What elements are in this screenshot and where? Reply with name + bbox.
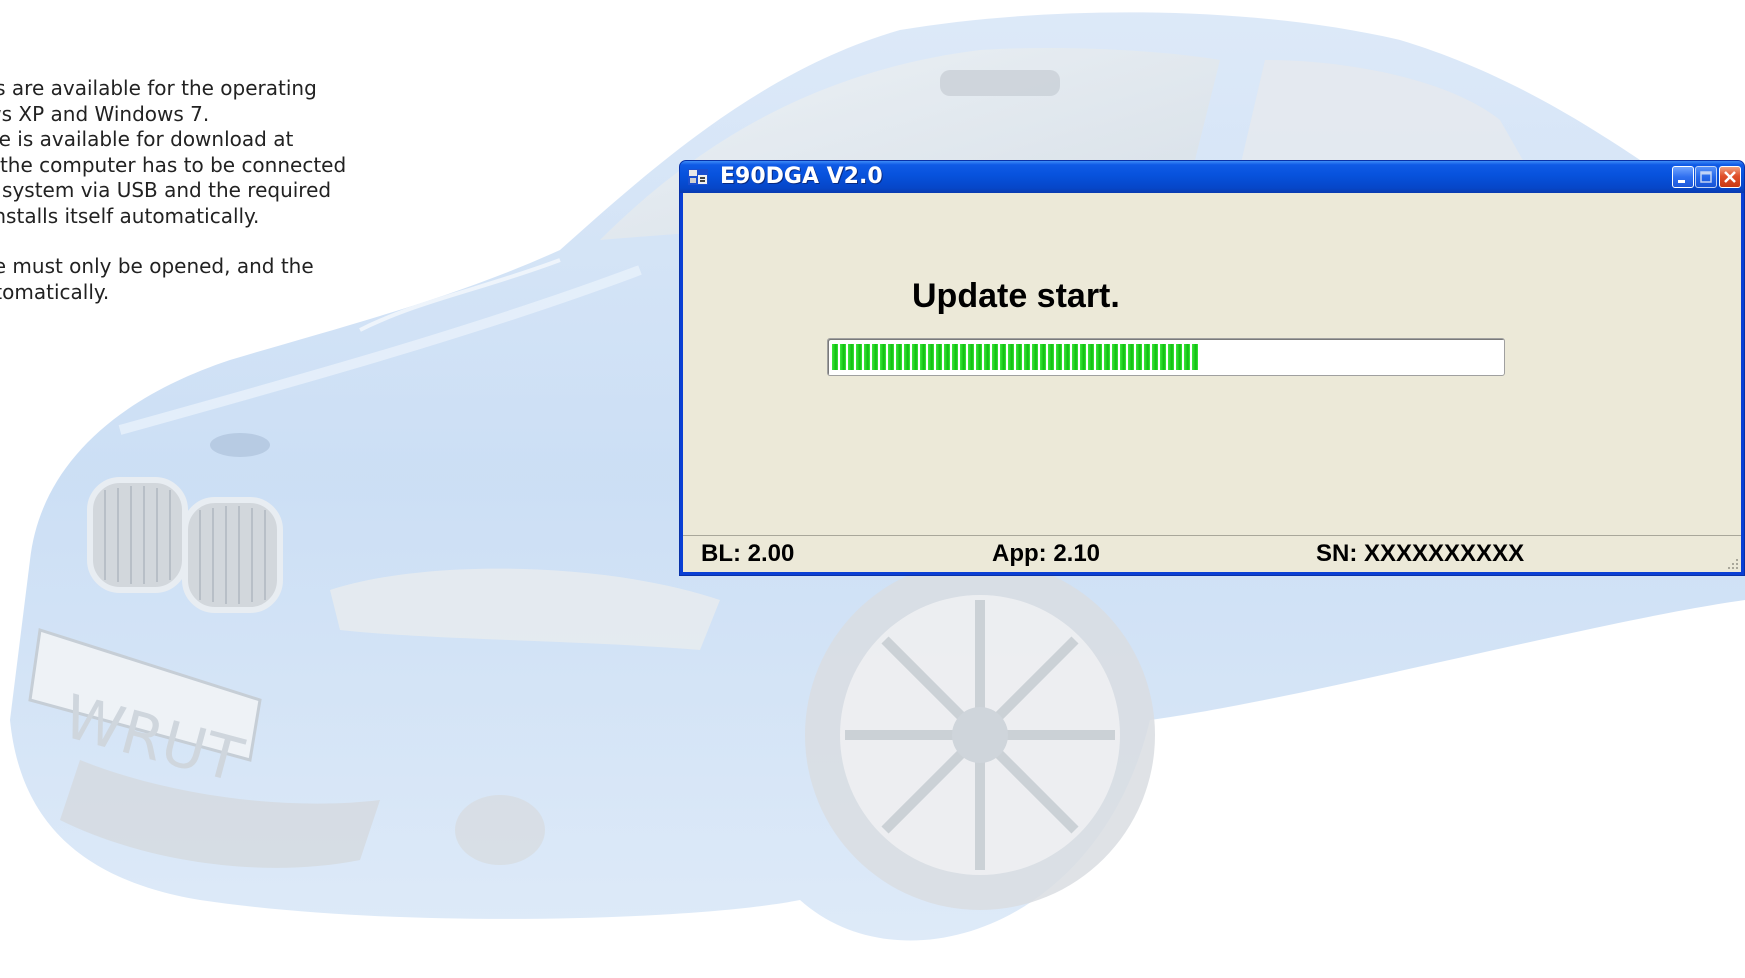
update-status-label: Update start. [912, 277, 1120, 315]
desktop-stage: WRUT e updates are available for the ope… [0, 0, 1745, 978]
close-icon [1724, 171, 1736, 183]
app-icon[interactable] [688, 169, 708, 185]
article-line: ftware file must only be opened, and the [0, 254, 314, 278]
status-bar: BL: 2.00 App: 2.10 SN: XXXXXXXXXX [683, 535, 1741, 572]
article-paragraph-download: d software is available for download at … [0, 127, 482, 229]
progress-fill [832, 344, 1199, 370]
article-text: e updates are available for the operatin… [0, 76, 482, 330]
serial-number: SN: XXXXXXXXXX [1316, 540, 1525, 567]
article-paragraph-open: ftware file must only be opened, and the… [0, 254, 482, 305]
bootloader-version: BL: 2.00 [701, 540, 795, 567]
app-window: E90DGA V2.0 Update start. BL: 2.00 App: … [679, 160, 1745, 576]
update-progress-bar [827, 338, 1505, 376]
article-line: de. Then the computer has to be connecte… [0, 152, 347, 177]
article-line: d software is available for download at [0, 127, 294, 151]
article-paragraph-os: e updates are available for the operatin… [0, 76, 482, 127]
window-client-area: Update start. BL: 2.00 App: 2.10 SN: XXX… [683, 193, 1741, 572]
article-line: e updates are available for the operatin… [0, 76, 317, 100]
resize-grip-icon[interactable] [1725, 556, 1739, 570]
maximize-icon [1700, 171, 1712, 183]
minimize-icon [1678, 180, 1685, 183]
close-button[interactable] [1719, 166, 1741, 188]
article-line: starts automatically. [0, 279, 110, 304]
app-version: App: 2.10 [992, 540, 1101, 567]
article-line: oftware installs itself automatically. [0, 203, 260, 228]
maximize-button[interactable] [1695, 166, 1717, 188]
window-title: E90DGA V2.0 [720, 164, 883, 189]
minimize-button[interactable] [1672, 166, 1694, 188]
article-line: e display system via USB and the require… [0, 178, 332, 202]
title-bar[interactable]: E90DGA V2.0 [680, 161, 1744, 193]
article-line: s Windows XP and Windows 7. [0, 101, 210, 126]
